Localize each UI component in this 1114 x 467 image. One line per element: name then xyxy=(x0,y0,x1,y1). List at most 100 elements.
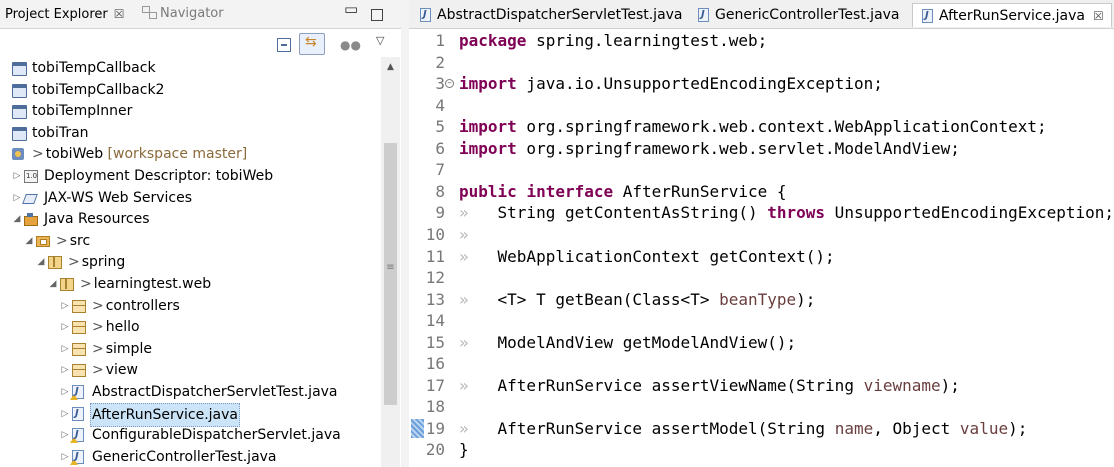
java-editor: AbstractDispatcherServletTest.java Gener… xyxy=(409,0,1114,467)
code-line[interactable]: 16 xyxy=(409,353,1114,375)
code-line[interactable]: 19 » AfterRunService assertModel(String n… xyxy=(409,418,1114,440)
editor-tab-generic-controller[interactable]: GenericControllerTest.java xyxy=(689,3,909,27)
code-line[interactable]: 8 public interface AfterRunService { xyxy=(409,181,1114,203)
code-line[interactable]: 17 » AfterRunService assertViewName(Strin… xyxy=(409,375,1114,397)
expand-arrow-icon[interactable]: ▷ xyxy=(12,165,22,187)
tree-item[interactable]: ▷ GenericControllerTest.java xyxy=(0,446,380,467)
expand-arrow-icon[interactable]: ▷ xyxy=(60,424,70,446)
expand-arrow-icon[interactable]: ▷ xyxy=(12,187,22,209)
close-icon[interactable]: ☒ xyxy=(1093,9,1104,23)
tree-item-label: > src xyxy=(56,230,90,252)
code-area[interactable]: 1 package spring.learningtest.web; 2 3− impo… xyxy=(409,30,1114,467)
scroll-thumb[interactable]: ≡ xyxy=(384,143,397,405)
whitespace-marker: » xyxy=(459,224,469,244)
tab-navigator[interactable]: Navigator xyxy=(142,4,224,24)
jax-ws-icon xyxy=(24,192,38,204)
tree-item[interactable]: tobiTempCallback2 xyxy=(0,79,380,101)
tree-item[interactable]: ▷ AbstractDispatcherServletTest.java xyxy=(0,381,380,403)
web-project-icon xyxy=(12,148,24,161)
view-splitter[interactable] xyxy=(401,0,409,467)
expand-arrow-icon[interactable]: ▷ xyxy=(60,381,70,403)
fold-toggle-icon[interactable]: − xyxy=(445,79,454,89)
code-line[interactable]: 10 » xyxy=(409,224,1114,246)
tree-item-label: > spring xyxy=(68,251,125,273)
code-line[interactable]: 9 » String getContentAsString() throws Un… xyxy=(409,202,1114,224)
collapse-all-icon[interactable] xyxy=(277,38,291,52)
close-icon[interactable]: ☒ xyxy=(114,7,125,21)
tree-item[interactable]: ▷ > controllers xyxy=(0,295,380,317)
tree-item[interactable]: ◢ Java Resources xyxy=(0,208,380,230)
collapse-arrow-icon[interactable]: ◢ xyxy=(36,251,46,273)
collapse-arrow-icon[interactable]: ◢ xyxy=(12,208,22,230)
code-token: ); xyxy=(940,375,960,395)
tree-item[interactable]: ▷ > view xyxy=(0,359,380,381)
focus-on-task-icon[interactable]: ●● xyxy=(340,38,361,54)
view-menu-icon[interactable]: ▽ xyxy=(376,34,392,50)
line-number: 15 xyxy=(425,332,445,352)
maximize-icon[interactable] xyxy=(371,9,383,21)
scroll-up-icon[interactable]: ▲ xyxy=(381,57,400,77)
tree-item[interactable]: tobiTempCallback xyxy=(0,57,380,79)
java-file-warning-icon xyxy=(70,385,84,400)
code-line[interactable]: 15 » ModelAndView getModelAndView(); xyxy=(409,332,1114,354)
java-file-icon xyxy=(72,406,84,421)
git-dirty-marker: > xyxy=(92,319,104,336)
java-file-icon xyxy=(922,9,933,23)
tree-item[interactable]: ▷ JAX-WS Web Services xyxy=(0,187,380,209)
tab-project-explorer[interactable]: Project Explorer ☒ xyxy=(5,4,125,24)
expand-arrow-icon[interactable]: ▷ xyxy=(60,338,70,360)
line-number: 19 xyxy=(425,418,445,438)
tree-scrollbar[interactable]: ▲ ≡ xyxy=(381,57,400,467)
whitespace-marker: » xyxy=(459,289,498,309)
code-line[interactable]: 12 xyxy=(409,267,1114,289)
tree-item[interactable]: ◢ > src xyxy=(0,230,380,252)
java-resources-icon xyxy=(24,213,38,227)
tree-item[interactable]: tobiTempInner xyxy=(0,100,380,122)
expand-arrow-icon[interactable]: ▷ xyxy=(60,403,70,425)
code-line[interactable]: 1 package spring.learningtest.web; xyxy=(409,30,1114,52)
tree-item[interactable]: ▷ > hello xyxy=(0,316,380,338)
code-line[interactable]: 5 import org.springframework.web.context.… xyxy=(409,116,1114,138)
code-token: , Object xyxy=(873,418,960,438)
code-token: org.springframework.web.context.WebAppli… xyxy=(516,117,1047,137)
tree-item[interactable]: ▷ > simple xyxy=(0,338,380,360)
tree-item[interactable]: ◢ > spring xyxy=(0,251,380,273)
code-line[interactable]: 2 xyxy=(409,52,1114,74)
tree-item[interactable]: > tobiWeb [workspace master] xyxy=(0,143,380,165)
expand-arrow-icon[interactable]: ▷ xyxy=(60,316,70,338)
code-line[interactable]: 6 import org.springframework.web.servlet.… xyxy=(409,138,1114,160)
editor-tab-abstract-dispatcher[interactable]: AbstractDispatcherServletTest.java xyxy=(411,3,686,27)
link-with-editor-icon[interactable] xyxy=(299,33,325,55)
code-line[interactable]: 11 » WebApplicationContext getContext(); xyxy=(409,246,1114,268)
code-text: » ModelAndView getModelAndView(); xyxy=(459,332,796,354)
minimize-icon[interactable]: ▭ xyxy=(344,0,358,18)
tree-item[interactable]: ▷ AfterRunService.java xyxy=(0,402,380,427)
tree-item[interactable]: ▷ Deployment Descriptor: tobiWeb xyxy=(0,165,380,187)
code-line[interactable]: 20} xyxy=(409,439,1114,461)
code-token: org.springframework.web.servlet.ModelAnd… xyxy=(516,138,960,158)
java-file-warning-icon xyxy=(70,449,84,465)
package-icon xyxy=(60,277,74,291)
tree-item[interactable]: ◢ > learningtest.web xyxy=(0,273,380,295)
code-line[interactable]: 13 » <T> T getBean(Class<T> beanType); xyxy=(409,289,1114,311)
tree-item[interactable]: tobiTran xyxy=(0,122,380,144)
tree-item-text: ConfigurableDispatcherServlet.java xyxy=(92,427,341,444)
code-line[interactable]: 14 xyxy=(409,310,1114,332)
code-line[interactable]: 7 xyxy=(409,159,1114,181)
code-line[interactable]: 18 xyxy=(409,396,1114,418)
code-line[interactable]: 4 xyxy=(409,95,1114,117)
collapse-arrow-icon[interactable]: ◢ xyxy=(24,230,34,252)
tab-project-explorer-label: Project Explorer xyxy=(5,7,108,22)
line-number: 10 xyxy=(425,224,445,244)
tree-item[interactable]: ▷ ConfigurableDispatcherServlet.java xyxy=(0,424,380,446)
code-token: ); xyxy=(1008,418,1028,438)
code-token: AfterRunService assertViewName(String xyxy=(497,375,864,395)
collapse-arrow-icon[interactable]: ◢ xyxy=(48,273,58,295)
line-number: 8 xyxy=(435,181,445,201)
expand-arrow-icon[interactable]: ▷ xyxy=(60,359,70,381)
expand-arrow-icon[interactable]: ▷ xyxy=(60,295,70,317)
code-line[interactable]: 3− import java.io.UnsupportedEncodingExce… xyxy=(409,73,1114,95)
deployment-descriptor-icon xyxy=(24,170,38,183)
expand-arrow-icon[interactable]: ▷ xyxy=(60,446,70,467)
editor-tab-after-run-service[interactable]: AfterRunService.java ☒ xyxy=(912,3,1112,27)
